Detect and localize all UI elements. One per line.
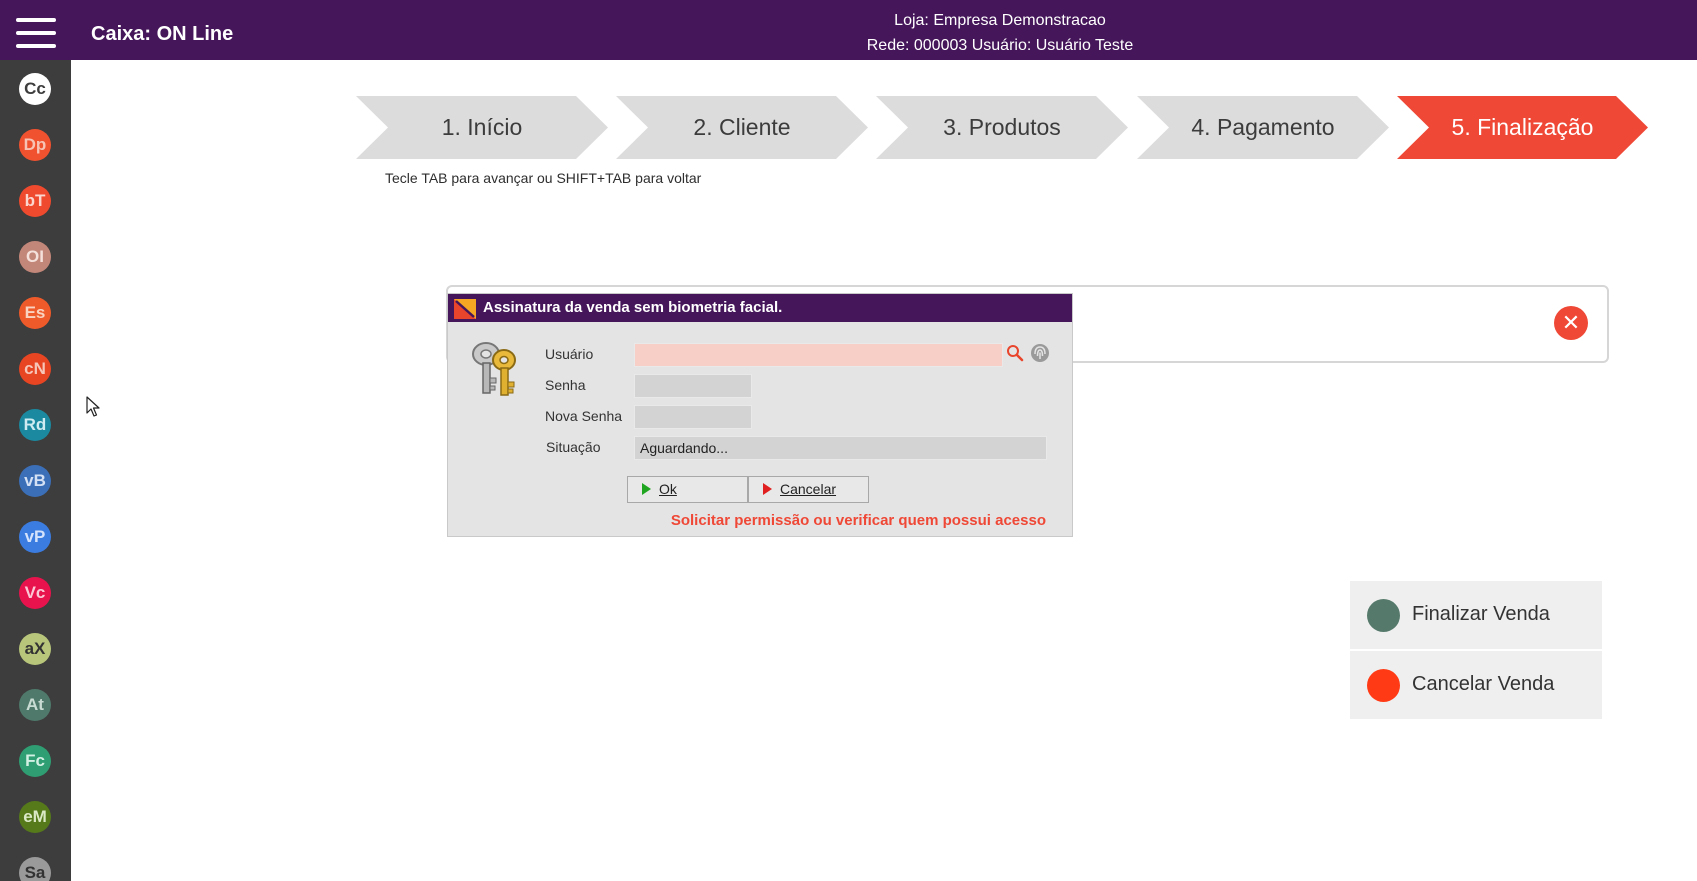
finalize-sale-button[interactable]: Finalizar Venda <box>1350 581 1602 649</box>
cancel-button[interactable]: Cancelar <box>748 476 869 503</box>
cancel-status-icon <box>1367 669 1400 702</box>
cancel-sale-label: Cancelar Venda <box>1412 673 1555 695</box>
mouse-cursor-icon <box>86 396 100 417</box>
step-finalizacao[interactable]: 5. Finalização <box>1397 96 1648 159</box>
new-password-field[interactable] <box>634 405 752 429</box>
status-field: Aguardando... <box>634 436 1047 460</box>
user-label: Usuário <box>545 346 594 362</box>
step-inicio[interactable]: 1. Início <box>356 96 608 159</box>
sidebar-item-rd[interactable]: Rd <box>19 409 51 441</box>
sidebar-item-fc[interactable]: Fc <box>19 745 51 777</box>
step-pagamento[interactable]: 4. Pagamento <box>1137 96 1389 159</box>
cancel-sale-button[interactable]: Cancelar Venda <box>1350 651 1602 719</box>
menu-icon[interactable] <box>16 18 56 50</box>
status-label: Situação <box>546 439 601 455</box>
signature-dialog: Assinatura da venda sem biometria facial… <box>447 293 1073 537</box>
close-icon[interactable]: ✕ <box>1554 306 1588 340</box>
new-password-label: Nova Senha <box>545 408 623 424</box>
ok-button-label: Ok <box>659 481 677 497</box>
password-field[interactable] <box>634 374 752 398</box>
permission-link[interactable]: Solicitar permissão ou verificar quem po… <box>648 512 1046 529</box>
sidebar-item-vp[interactable]: vP <box>19 521 51 553</box>
search-icon[interactable] <box>1006 344 1024 362</box>
sidebar: Cc Dp bT OI Es cN Rd vB vP Vc aX At Fc e… <box>0 60 71 881</box>
sidebar-item-bt[interactable]: bT <box>19 185 51 217</box>
top-header: Caixa: ON Line Loja: Empresa Demonstraca… <box>0 0 1697 60</box>
step-produtos[interactable]: 3. Produtos <box>876 96 1128 159</box>
play-icon <box>642 483 651 496</box>
sidebar-item-em[interactable]: eM <box>19 801 51 833</box>
keys-icon <box>472 342 516 396</box>
user-field[interactable] <box>634 343 1003 367</box>
sidebar-item-cc[interactable]: Cc <box>19 73 51 105</box>
step-cliente[interactable]: 2. Cliente <box>616 96 868 159</box>
sidebar-item-cn[interactable]: cN <box>19 353 51 385</box>
sidebar-item-oi[interactable]: OI <box>19 241 51 273</box>
app-title: Caixa: ON Line <box>91 23 234 45</box>
dialog-title: Assinatura da venda sem biometria facial… <box>483 299 783 316</box>
keyboard-hint: Tecle TAB para avançar ou SHIFT+TAB para… <box>385 170 702 186</box>
dialog-titlebar: Assinatura da venda sem biometria facial… <box>448 294 1072 322</box>
sidebar-item-sa[interactable]: Sa <box>19 857 51 881</box>
finalize-sale-label: Finalizar Venda <box>1412 603 1550 625</box>
sidebar-item-dp[interactable]: Dp <box>19 129 51 161</box>
store-line: Loja: Empresa Demonstracao <box>894 12 1106 29</box>
sidebar-item-at[interactable]: At <box>19 689 51 721</box>
finalize-status-icon <box>1367 599 1400 632</box>
store-info: Loja: Empresa Demonstracao Rede: 000003 … <box>800 8 1200 58</box>
sidebar-item-vb[interactable]: vB <box>19 465 51 497</box>
fingerprint-icon[interactable] <box>1030 342 1050 364</box>
ok-button[interactable]: Ok <box>627 476 748 503</box>
app-logo-icon <box>454 299 476 319</box>
cancel-button-label: Cancelar <box>780 481 837 497</box>
network-user-line: Rede: 000003 Usuário: Usuário Teste <box>866 37 1134 54</box>
sidebar-item-vc[interactable]: Vc <box>19 577 51 609</box>
play-icon <box>763 483 772 496</box>
sidebar-item-es[interactable]: Es <box>19 297 51 329</box>
password-label: Senha <box>545 377 586 393</box>
sidebar-item-ax[interactable]: aX <box>19 633 51 665</box>
